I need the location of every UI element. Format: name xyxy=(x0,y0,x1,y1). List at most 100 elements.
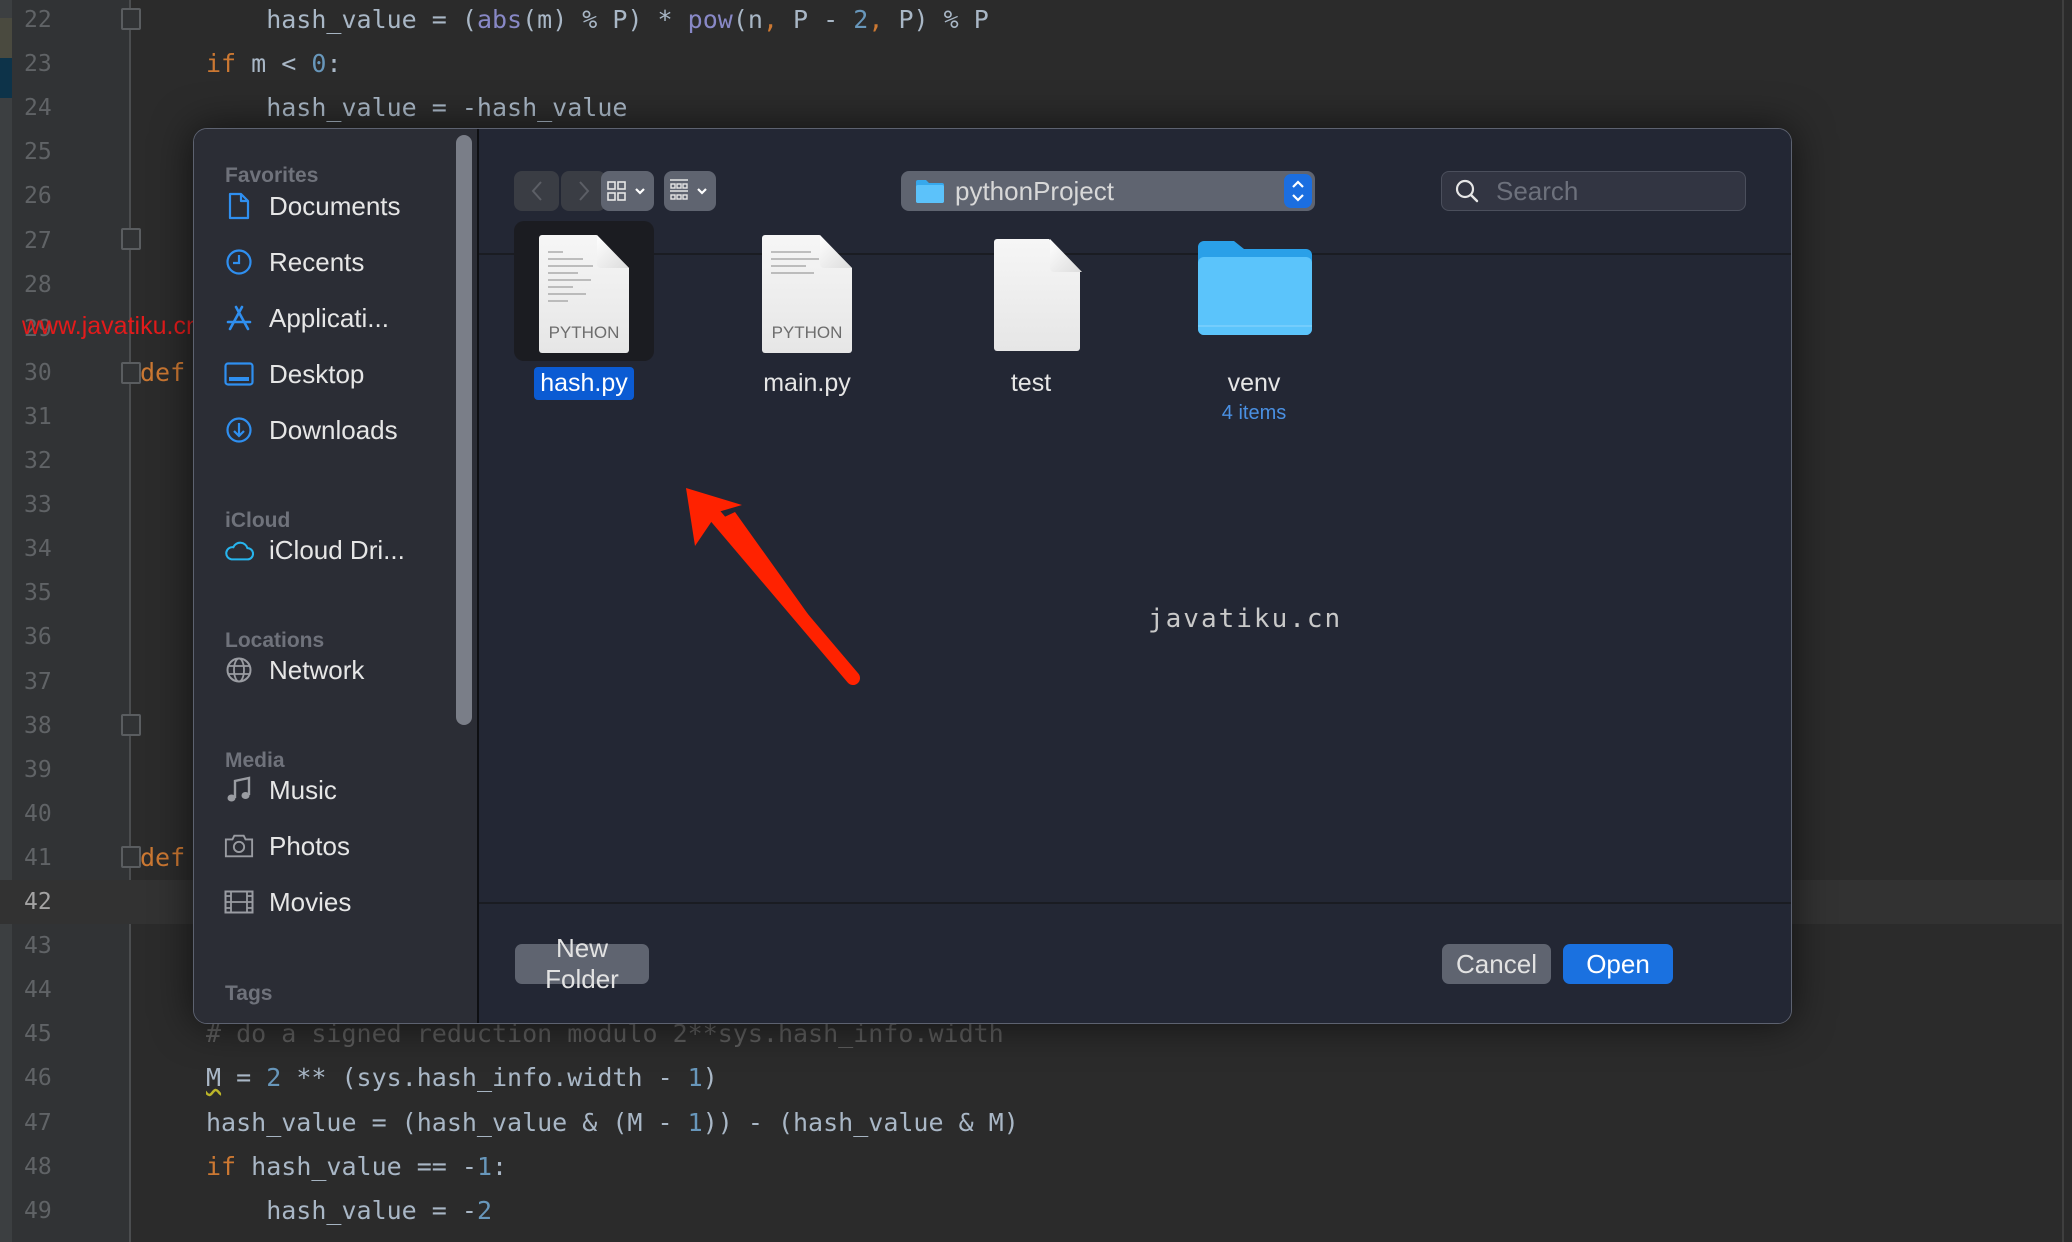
fold-icon[interactable] xyxy=(121,8,141,30)
code-token: 1 xyxy=(687,1107,703,1137)
line-number: 41 xyxy=(24,844,52,871)
code-line[interactable]: 22 hash_value = (abs(m) % P) * pow(n, P … xyxy=(0,0,2062,42)
fold-icon[interactable] xyxy=(121,846,141,868)
sidebar-item-documents[interactable]: Documents xyxy=(224,184,401,228)
download-icon xyxy=(224,415,254,445)
code-token: , xyxy=(868,5,884,34)
chevron-left-icon xyxy=(531,181,542,201)
code-line[interactable]: 46 M = 2 ** (sys.hash_info.width - 1) xyxy=(0,1056,2062,1100)
code-token: : xyxy=(326,49,342,79)
desktop-icon xyxy=(224,359,254,389)
line-number: 28 xyxy=(24,271,52,298)
new-folder-button[interactable]: New Folder xyxy=(515,933,649,994)
code-token: hash_value = -hash_value xyxy=(206,93,628,123)
fold-icon[interactable] xyxy=(121,714,141,736)
sidebar-item-icloud-drive[interactable]: iCloud Dri... xyxy=(224,528,405,572)
code-token: if xyxy=(206,49,237,79)
cloud-icon xyxy=(224,535,254,565)
folder-icon xyxy=(1198,241,1312,335)
sidebar-item-label: Downloads xyxy=(269,414,398,445)
back-button[interactable] xyxy=(514,171,559,211)
file-item-main-py[interactable]: PYTHON main.py xyxy=(732,221,882,400)
sidebar-item-applications[interactable]: Applicati... xyxy=(224,296,389,340)
document-icon xyxy=(224,191,254,221)
code-text: def xyxy=(140,836,185,880)
sidebar-item-label: Movies xyxy=(269,886,352,917)
sidebar-item-label: Desktop xyxy=(269,358,365,389)
code-text: M = 2 ** (sys.hash_info.width - 1) xyxy=(206,1056,718,1100)
line-number: 27 xyxy=(24,227,52,254)
item-count: 4 items xyxy=(1221,402,1287,424)
right-margin-guide xyxy=(2062,0,2064,1242)
music-note-icon xyxy=(224,775,254,805)
open-file-dialog: Favorites Documents Recents Applicati...… xyxy=(193,128,1792,1024)
chevron-right-icon xyxy=(578,181,589,201)
sidebar-item-recents[interactable]: Recents xyxy=(224,240,364,284)
watermark: www.javatiku.cn xyxy=(22,312,200,340)
file-item-hash-py[interactable]: PYTHON hash.py xyxy=(509,221,659,400)
line-number: 39 xyxy=(24,756,52,783)
globe-icon xyxy=(224,655,254,685)
line-number: 24 xyxy=(24,95,52,122)
line-number: 23 xyxy=(24,51,52,78)
code-token: (n xyxy=(732,5,763,34)
icon-grid-icon xyxy=(606,181,626,201)
file-name: test xyxy=(1010,369,1052,397)
code-token: hash_value = ( xyxy=(206,5,477,34)
code-token: hash_value = - xyxy=(206,1195,477,1225)
code-token: def xyxy=(140,357,186,387)
search-input[interactable] xyxy=(1494,174,1738,208)
code-token: def xyxy=(140,842,186,872)
sidebar-item-network[interactable]: Network xyxy=(224,648,364,692)
location-popup[interactable]: pythonProject xyxy=(901,171,1315,211)
sidebar-item-movies[interactable]: Movies xyxy=(224,880,351,924)
code-text: hash_value = (hash_value & (M - 1)) - (h… xyxy=(206,1101,1019,1145)
sidebar-item-photos[interactable]: Photos xyxy=(224,824,350,868)
code-line[interactable]: 24 hash_value = -hash_value xyxy=(0,86,2062,130)
dialog-sidebar: Favorites Documents Recents Applicati...… xyxy=(194,129,479,1023)
group-by-button[interactable] xyxy=(664,171,716,211)
forward-button[interactable] xyxy=(561,171,606,211)
open-button[interactable]: Open xyxy=(1563,944,1673,984)
folder-icon xyxy=(915,178,945,204)
file-browser-pane: pythonProject PYTHON hash.py xyxy=(479,129,1791,1023)
search-field[interactable] xyxy=(1441,171,1746,211)
code-token: 0 xyxy=(311,49,327,79)
code-token: 2 xyxy=(476,1195,492,1225)
code-text: if m < 0: xyxy=(206,42,342,86)
file-item-venv[interactable]: venv 4 items xyxy=(1179,221,1329,425)
sidebar-item-label: iCloud Dri... xyxy=(269,534,405,565)
sidebar-item-music[interactable]: Music xyxy=(224,768,337,812)
code-token: , xyxy=(762,5,778,34)
sidebar-item-label: Network xyxy=(269,654,365,685)
line-number: 32 xyxy=(24,448,52,474)
sidebar-item-downloads[interactable]: Downloads xyxy=(224,408,398,452)
cancel-button[interactable]: Cancel xyxy=(1442,944,1551,984)
code-line[interactable]: 49 hash_value = -2 xyxy=(0,1189,2062,1233)
line-number: 31 xyxy=(24,403,52,430)
sidebar-item-label: Music xyxy=(269,774,337,805)
fold-icon[interactable] xyxy=(121,228,141,250)
sidebar-item-label: Applicati... xyxy=(269,302,389,333)
line-number: 30 xyxy=(24,359,52,386)
applications-icon xyxy=(224,303,254,333)
code-token: P - xyxy=(778,5,854,34)
sidebar-item-desktop[interactable]: Desktop xyxy=(224,352,364,396)
search-icon xyxy=(1454,178,1480,204)
line-number: 33 xyxy=(24,492,52,519)
code-token: pow xyxy=(687,5,733,34)
line-number: 42 xyxy=(24,889,52,915)
fold-icon[interactable] xyxy=(121,362,141,384)
file-name: venv xyxy=(1227,369,1281,397)
sidebar-scrollbar[interactable] xyxy=(456,135,472,725)
line-number: 49 xyxy=(24,1197,52,1224)
file-item-test[interactable]: test xyxy=(956,221,1106,400)
code-line[interactable]: 47 hash_value = (hash_value & (M - 1)) - … xyxy=(0,1101,2062,1145)
code-text: hash_value = -hash_value xyxy=(206,86,627,130)
code-text: hash_value = -2 xyxy=(206,1189,492,1233)
code-token: 1 xyxy=(476,1151,492,1181)
view-mode-button[interactable] xyxy=(601,171,654,211)
code-line[interactable]: 48 if hash_value == -1: xyxy=(0,1145,2062,1189)
code-token: 2 xyxy=(266,1063,282,1093)
code-line[interactable]: 23 if m < 0: xyxy=(0,42,2062,86)
